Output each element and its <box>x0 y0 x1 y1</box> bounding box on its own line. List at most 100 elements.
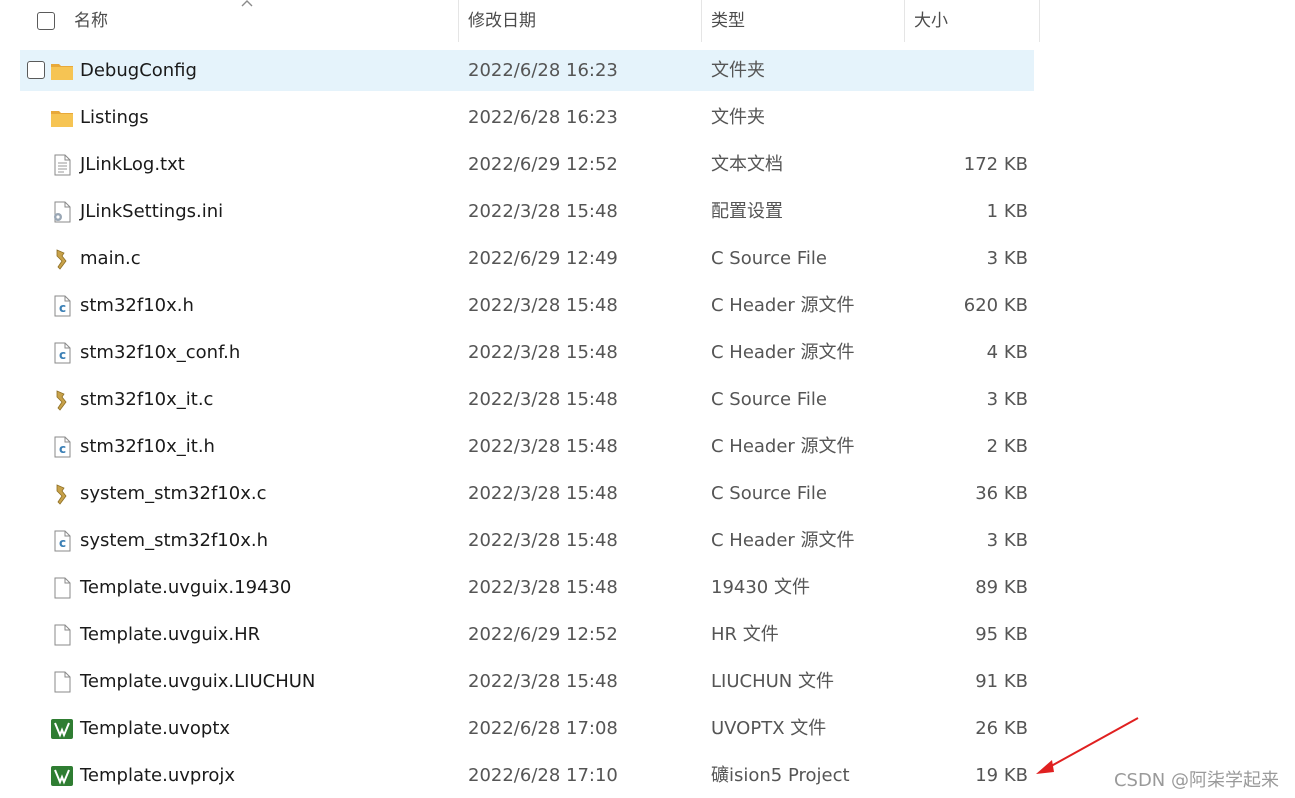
file-date: 2022/6/28 16:23 <box>468 107 618 128</box>
c-source-icon <box>50 247 74 271</box>
file-size: 2 KB <box>986 436 1028 457</box>
file-name: Listings <box>80 107 149 128</box>
file-row[interactable]: Template.uvguix.19430 2022/3/28 15:48 1943… <box>20 567 1034 608</box>
file-size: 1 KB <box>986 201 1028 222</box>
file-date: 2022/6/29 12:49 <box>468 248 618 269</box>
file-size: 3 KB <box>986 530 1028 551</box>
file-date: 2022/3/28 15:48 <box>468 671 618 692</box>
column-header-name[interactable]: 名称 <box>74 0 108 42</box>
file-type: 礦ision5 Project <box>711 765 850 786</box>
c-source-icon <box>50 388 74 412</box>
file-row[interactable]: c stm32f10x.h 2022/3/28 15:48 C Header 源文件 6… <box>20 285 1034 326</box>
blank-file-icon <box>50 670 74 694</box>
file-type: LIUCHUN 文件 <box>711 671 834 692</box>
blank-file-icon <box>50 576 74 600</box>
file-type: 文本文档 <box>711 154 783 175</box>
file-name: stm32f10x_it.c <box>80 389 214 410</box>
file-row[interactable]: c stm32f10x_it.h 2022/3/28 15:48 C Header 源… <box>20 426 1034 467</box>
file-date: 2022/6/28 17:10 <box>468 765 618 786</box>
file-type: 配置设置 <box>711 201 783 222</box>
file-type: C Header 源文件 <box>711 530 855 551</box>
file-row[interactable]: Template.uvprojx 2022/6/28 17:10 礦ision5 P… <box>20 755 1034 796</box>
file-row[interactable]: DebugConfig 2022/6/28 16:23 文件夹 <box>20 50 1034 91</box>
file-row[interactable]: JLinkLog.txt 2022/6/29 12:52 文本文档 172 KB <box>20 144 1034 185</box>
file-type: C Source File <box>711 389 827 410</box>
file-size: 26 KB <box>975 718 1028 739</box>
column-divider[interactable] <box>458 0 459 42</box>
file-type: 文件夹 <box>711 107 765 128</box>
file-date: 2022/3/28 15:48 <box>468 436 618 457</box>
c-header-icon: c <box>50 341 74 365</box>
file-row[interactable]: Template.uvoptx 2022/6/28 17:08 UVOPTX 文件 2… <box>20 708 1034 749</box>
keil-uvision-icon <box>50 764 74 788</box>
svg-text:c: c <box>59 536 66 550</box>
file-date: 2022/6/28 17:08 <box>468 718 618 739</box>
file-size: 95 KB <box>975 624 1028 645</box>
file-name: system_stm32f10x.h <box>80 530 268 551</box>
column-header-date[interactable]: 修改日期 <box>468 0 536 42</box>
file-name: main.c <box>80 248 141 269</box>
folder-icon <box>50 59 74 83</box>
file-date: 2022/6/29 12:52 <box>468 154 618 175</box>
column-divider[interactable] <box>904 0 905 42</box>
column-divider[interactable] <box>701 0 702 42</box>
c-header-icon: c <box>50 435 74 459</box>
c-header-icon: c <box>50 529 74 553</box>
column-divider[interactable] <box>1039 0 1040 42</box>
file-date: 2022/3/28 15:48 <box>468 201 618 222</box>
column-header-bar: 名称 修改日期 类型 大小 <box>0 0 1040 42</box>
file-date: 2022/3/28 15:48 <box>468 295 618 316</box>
text-file-icon <box>50 153 74 177</box>
file-type: C Source File <box>711 483 827 504</box>
file-row[interactable]: c stm32f10x_conf.h 2022/3/28 15:48 C Header… <box>20 332 1034 373</box>
file-name: JLinkLog.txt <box>80 154 185 175</box>
file-type: C Header 源文件 <box>711 342 855 363</box>
file-date: 2022/3/28 15:48 <box>468 530 618 551</box>
file-size: 89 KB <box>975 577 1028 598</box>
file-row[interactable]: JLinkSettings.ini 2022/3/28 15:48 配置设置 1 KB <box>20 191 1034 232</box>
file-size: 620 KB <box>963 295 1028 316</box>
file-type: 文件夹 <box>711 60 765 81</box>
sort-ascending-icon[interactable] <box>240 0 254 8</box>
file-row[interactable]: system_stm32f10x.c 2022/3/28 15:48 C Sourc… <box>20 473 1034 514</box>
blank-file-icon <box>50 623 74 647</box>
column-header-size[interactable]: 大小 <box>914 0 948 42</box>
file-name: Template.uvguix.LIUCHUN <box>80 671 316 692</box>
file-name: stm32f10x.h <box>80 295 194 316</box>
file-size: 4 KB <box>986 342 1028 363</box>
file-row[interactable]: Template.uvguix.LIUCHUN 2022/3/28 15:48 LI… <box>20 661 1034 702</box>
file-type: C Source File <box>711 248 827 269</box>
c-source-icon <box>50 482 74 506</box>
file-name: Template.uvguix.HR <box>80 624 261 645</box>
svg-text:c: c <box>59 348 66 362</box>
file-row[interactable]: Template.uvguix.HR 2022/6/29 12:52 HR 文件 95… <box>20 614 1034 655</box>
svg-text:c: c <box>59 442 66 456</box>
c-header-icon: c <box>50 294 74 318</box>
settings-file-icon <box>50 200 74 224</box>
file-type: 19430 文件 <box>711 577 810 598</box>
file-size: 19 KB <box>975 765 1028 786</box>
file-row[interactable]: Listings 2022/6/28 16:23 文件夹 <box>20 97 1034 138</box>
file-name: Template.uvprojx <box>80 765 236 786</box>
file-type: C Header 源文件 <box>711 295 855 316</box>
file-type: UVOPTX 文件 <box>711 718 827 739</box>
select-all-checkbox[interactable] <box>37 12 55 30</box>
file-date: 2022/6/28 16:23 <box>468 60 618 81</box>
file-size: 91 KB <box>975 671 1028 692</box>
file-name: system_stm32f10x.c <box>80 483 267 504</box>
file-row[interactable]: main.c 2022/6/29 12:49 C Source File 3 KB <box>20 238 1034 279</box>
column-header-type[interactable]: 类型 <box>711 0 745 42</box>
row-checkbox[interactable] <box>27 61 45 79</box>
file-name: JLinkSettings.ini <box>80 201 224 222</box>
file-type: C Header 源文件 <box>711 436 855 457</box>
file-size: 36 KB <box>975 483 1028 504</box>
file-size: 3 KB <box>986 389 1028 410</box>
file-row[interactable]: stm32f10x_it.c 2022/3/28 15:48 C Source Fi… <box>20 379 1034 420</box>
file-date: 2022/3/28 15:48 <box>468 389 618 410</box>
file-size: 172 KB <box>963 154 1028 175</box>
file-name: DebugConfig <box>80 60 197 81</box>
file-size: 3 KB <box>986 248 1028 269</box>
file-row[interactable]: c system_stm32f10x.h 2022/3/28 15:48 C Head… <box>20 520 1034 561</box>
file-date: 2022/3/28 15:48 <box>468 577 618 598</box>
file-date: 2022/6/29 12:52 <box>468 624 618 645</box>
